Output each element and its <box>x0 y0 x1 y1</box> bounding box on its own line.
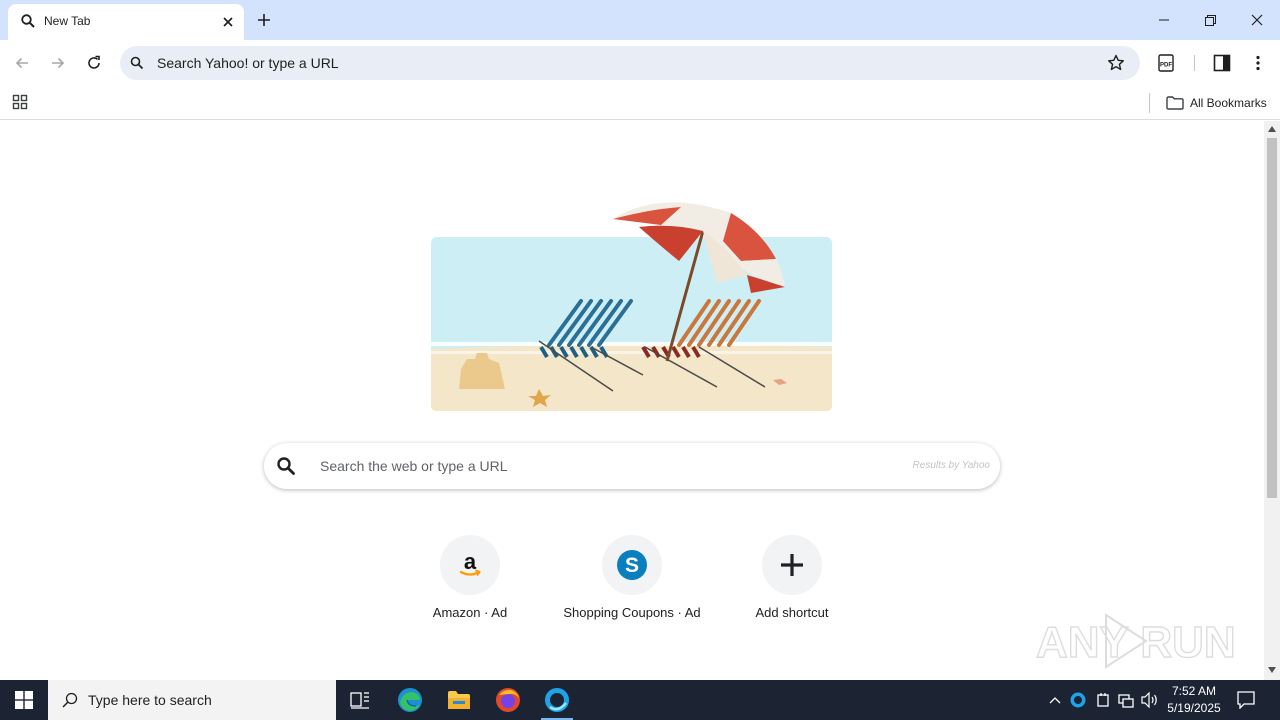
close-icon <box>223 17 233 27</box>
close-tab-button[interactable] <box>218 12 238 32</box>
more-vertical-icon <box>1256 55 1260 71</box>
bookmarks-bar: All Bookmarks <box>0 86 1280 120</box>
folder-icon <box>448 691 470 709</box>
clock-time: 7:52 AM <box>1171 684 1217 698</box>
shortcut-label: Shopping Coupons · Ad <box>563 605 701 620</box>
tab-new-tab[interactable]: New Tab <box>8 4 244 40</box>
windows-logo-icon <box>15 691 33 709</box>
taskbar-file-explorer[interactable] <box>435 680 483 720</box>
browser-toolbar: Search Yahoo! or type a URL PDF <box>0 40 1280 86</box>
shortcut-amazon[interactable]: a Amazon · Ad <box>400 533 540 625</box>
address-bar-placeholder: Search Yahoo! or type a URL <box>157 55 339 71</box>
shortcut-label: Add shortcut <box>755 605 829 620</box>
toolbar-divider <box>1194 55 1195 71</box>
side-panel-button[interactable] <box>1210 51 1234 75</box>
folder-icon <box>1166 96 1184 110</box>
search-icon <box>62 692 78 708</box>
shortcut-shopping-coupons[interactable]: S Shopping Coupons · Ad <box>562 533 702 625</box>
plus-icon <box>258 14 270 26</box>
menu-button[interactable] <box>1246 51 1270 75</box>
search-icon <box>130 56 144 70</box>
tray-browser[interactable] <box>1068 690 1088 710</box>
svg-text:S: S <box>625 554 639 577</box>
all-bookmarks-button[interactable]: All Bookmarks <box>1166 92 1267 114</box>
bookmark-star-icon[interactable] <box>1106 53 1126 73</box>
reload-icon <box>88 55 100 69</box>
shortcut-amazon-tile[interactable]: a <box>440 535 500 595</box>
address-bar[interactable]: Search Yahoo! or type a URL <box>120 46 1140 80</box>
add-shortcut-tile[interactable] <box>762 535 822 595</box>
bookmarks-divider <box>1149 93 1150 113</box>
task-view-button[interactable] <box>336 680 384 720</box>
close-icon <box>1251 14 1263 26</box>
taskbar-edge[interactable] <box>386 680 434 720</box>
page-scrollbar[interactable] <box>1264 121 1280 680</box>
notification-icon <box>1237 691 1255 709</box>
show-hidden-icons-button[interactable] <box>1045 690 1065 710</box>
add-shortcut[interactable]: Add shortcut <box>722 533 862 625</box>
watermark-text: ANY RUN <box>1036 618 1236 667</box>
shortcut-label: Amazon · Ad <box>432 605 508 620</box>
taskbar-firefox[interactable] <box>484 680 532 720</box>
arrow-left-icon <box>15 57 28 69</box>
tray-volume[interactable] <box>1140 690 1160 710</box>
scroll-down-icon[interactable] <box>1268 667 1276 673</box>
svg-text:PDF: PDF <box>1160 63 1172 69</box>
web-search-box[interactable]: Results by Yahoo <box>264 443 1000 489</box>
firefox-icon <box>496 688 520 712</box>
tab-title: New Tab <box>44 14 91 28</box>
forward-button[interactable] <box>46 51 70 75</box>
shortcut-shopping-coupons-tile[interactable]: S <box>602 535 662 595</box>
shopping-coupons-icon: S <box>617 550 647 580</box>
restore-button[interactable] <box>1187 0 1233 40</box>
arrow-right-icon <box>52 57 65 69</box>
amazon-icon: a <box>459 551 481 576</box>
apps-button[interactable] <box>10 92 30 112</box>
minimize-button[interactable] <box>1141 0 1187 40</box>
results-by-label: Results by Yahoo <box>912 460 990 471</box>
scrollbar-thumb[interactable] <box>1267 138 1277 498</box>
browser-app-icon <box>1070 692 1086 708</box>
taskbar-search-box[interactable]: Type here to search <box>48 680 336 720</box>
reload-button[interactable] <box>82 51 106 75</box>
windows-taskbar: Type here to search 7:52 AM 5/19/2025 <box>0 680 1280 720</box>
browser-app-icon <box>545 688 569 712</box>
action-center-button[interactable] <box>1234 688 1258 712</box>
start-button[interactable] <box>0 680 48 720</box>
anyrun-watermark: ANY RUN <box>1036 613 1236 669</box>
taskbar-search-placeholder: Type here to search <box>88 692 212 708</box>
svg-text:a: a <box>464 551 477 574</box>
new-tab-button[interactable] <box>252 8 276 32</box>
search-icon <box>21 14 35 28</box>
tray-device[interactable] <box>1093 690 1113 710</box>
scroll-up-icon[interactable] <box>1268 126 1276 132</box>
restore-icon <box>1204 14 1216 26</box>
beach-illustration <box>431 202 832 411</box>
apps-grid-icon <box>12 94 28 110</box>
speaker-icon <box>1141 692 1157 708</box>
network-icon <box>1118 694 1134 708</box>
back-button[interactable] <box>10 51 34 75</box>
plus-icon <box>781 554 803 576</box>
clock-date: 5/19/2025 <box>1167 701 1221 715</box>
taskbar-browser-active[interactable] <box>533 680 581 720</box>
minimize-icon <box>1159 19 1169 21</box>
task-view-icon <box>350 692 369 709</box>
web-search-input[interactable] <box>320 455 880 477</box>
tab-strip: New Tab <box>0 0 1280 40</box>
pdf-extension-button[interactable]: PDF <box>1154 51 1178 75</box>
chevron-up-icon <box>1049 697 1061 704</box>
new-tab-page: Results by Yahoo a Amazon · Ad S Shoppin… <box>0 121 1264 680</box>
device-icon <box>1097 693 1109 707</box>
edge-icon <box>398 688 422 712</box>
side-panel-icon <box>1213 54 1231 72</box>
pdf-icon: PDF <box>1158 54 1174 72</box>
close-window-button[interactable] <box>1234 0 1280 40</box>
tray-network[interactable] <box>1116 690 1136 710</box>
search-icon <box>277 457 295 475</box>
all-bookmarks-label: All Bookmarks <box>1190 96 1267 110</box>
taskbar-clock[interactable]: 7:52 AM 5/19/2025 <box>1160 683 1228 717</box>
